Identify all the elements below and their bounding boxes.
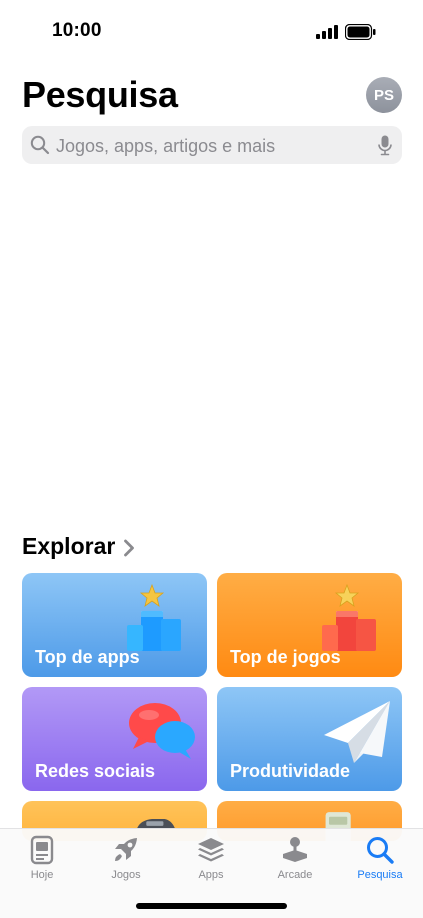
- search-input[interactable]: Jogos, apps, artigos e mais: [22, 126, 402, 164]
- search-placeholder: Jogos, apps, artigos e mais: [56, 136, 276, 156]
- today-icon: [30, 835, 54, 865]
- rocket-icon: [115, 838, 137, 861]
- paper-plane-icon: [324, 701, 390, 763]
- joystick-icon: [283, 837, 307, 862]
- category-card-productivity[interactable]: Produtividade: [217, 687, 402, 791]
- cellular-signal-icon: [316, 25, 338, 39]
- tab-games[interactable]: Jogos: [96, 835, 156, 885]
- chevron-right-icon: [124, 539, 135, 556]
- search-icon: [367, 837, 394, 864]
- explore-title: Explorar: [22, 533, 116, 559]
- tab-label: Jogos: [111, 869, 141, 881]
- tab-today[interactable]: Hoje: [12, 835, 72, 885]
- page-title: Pesquisa: [22, 74, 178, 115]
- category-card-top-games[interactable]: Top de jogos: [217, 573, 402, 677]
- tab-label: Hoje: [30, 869, 54, 881]
- battery-icon: [345, 24, 376, 40]
- home-indicator[interactable]: [136, 903, 287, 909]
- podium-star-icon: [322, 583, 376, 651]
- layers-icon: [198, 838, 224, 862]
- account-avatar[interactable]: PS: [366, 77, 402, 113]
- tab-search[interactable]: Pesquisa: [350, 835, 410, 885]
- category-label: Produtividade: [230, 761, 351, 781]
- status-bar: 10:00: [0, 0, 423, 62]
- tab-label: Arcade: [277, 869, 313, 881]
- category-card-social[interactable]: Redes sociais: [22, 687, 207, 791]
- avatar-initials: PS: [373, 86, 394, 104]
- category-card-top-apps[interactable]: Top de apps: [22, 573, 207, 677]
- chat-bubbles-icon: [129, 703, 195, 759]
- status-time: 10:00: [52, 20, 102, 41]
- tab-label: Apps: [198, 869, 224, 881]
- tab-apps[interactable]: Apps: [181, 835, 241, 885]
- category-label: Redes sociais: [35, 761, 156, 781]
- tab-label: Pesquisa: [357, 869, 403, 881]
- tab-arcade[interactable]: Arcade: [265, 835, 325, 885]
- microphone-icon[interactable]: [378, 135, 392, 156]
- podium-star-icon: [127, 583, 181, 651]
- category-label: Top de apps: [35, 647, 140, 667]
- explore-section-header[interactable]: Explorar: [22, 533, 135, 560]
- category-label: Top de jogos: [230, 647, 341, 667]
- search-icon: [30, 135, 50, 155]
